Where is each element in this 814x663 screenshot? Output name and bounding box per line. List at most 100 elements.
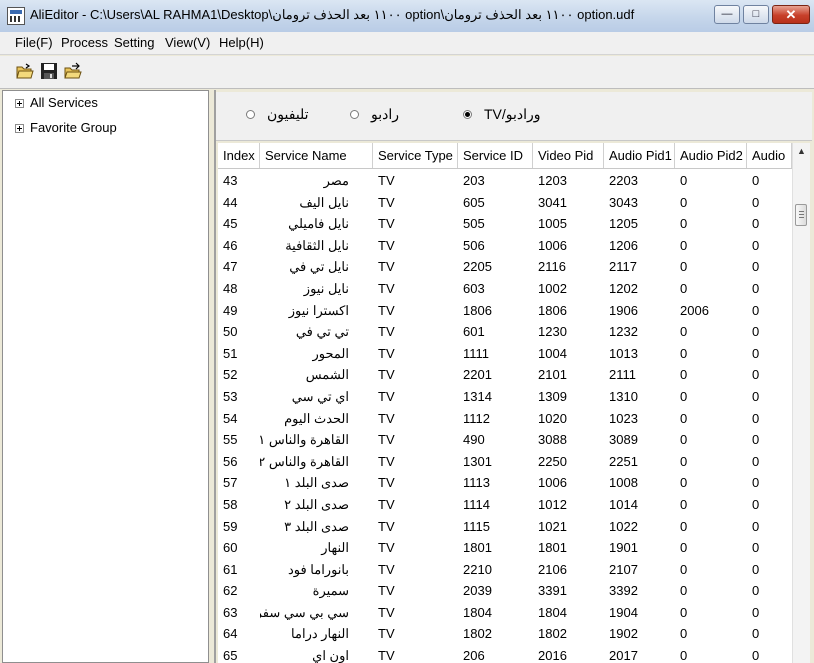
table-body: 43 مصر TV 203 1203 2203 0 0 44 نايل اليف TV 605 3041… bbox=[218, 170, 792, 663]
col-index-cell: 52 bbox=[223, 367, 238, 383]
maximize-button[interactable]: □ bbox=[743, 5, 769, 24]
col-audio-pid2-header[interactable]: Audio Pid2 bbox=[675, 143, 747, 168]
col-index-header[interactable]: Index bbox=[218, 143, 260, 168]
col-index-cell: 46 bbox=[223, 237, 238, 253]
table-row[interactable]: 51 المحور TV 1111 1004 1013 0 0 bbox=[218, 343, 792, 365]
minimize-button[interactable]: — bbox=[714, 5, 740, 24]
table-row[interactable]: 65 اون اي TV 206 2016 2017 0 0 bbox=[218, 645, 792, 663]
col-audio-pid2-cell: 2006 bbox=[680, 302, 709, 318]
menu-file[interactable]: File(F) bbox=[15, 35, 53, 50]
col-audio-pid1-cell: 1904 bbox=[609, 604, 638, 620]
col-audio-pid2-cell: 0 bbox=[680, 496, 688, 512]
col-audio-pid1-cell: 1013 bbox=[609, 345, 638, 361]
col-service-type-cell: TV bbox=[378, 345, 395, 361]
menu-help[interactable]: Help(H) bbox=[219, 35, 264, 50]
col-service-type-cell: TV bbox=[378, 216, 395, 232]
table-row[interactable]: 53 اي تي سي TV 1314 1309 1310 0 0 bbox=[218, 386, 792, 408]
table-row[interactable]: 57 صدى البلد ١ TV 1113 1006 1008 0 0 bbox=[218, 472, 792, 494]
radio-dot[interactable] bbox=[246, 110, 255, 119]
save-disk-icon[interactable] bbox=[40, 62, 58, 80]
col-service-type-header[interactable]: Service Type bbox=[373, 143, 458, 168]
col-service-id-cell: 203 bbox=[463, 173, 485, 188]
vertical-scrollbar[interactable]: ▲ bbox=[792, 143, 810, 663]
col-audio-cell: 0 bbox=[752, 432, 760, 448]
col-service-id-cell: 206 bbox=[463, 648, 485, 663]
col-audio-pid1-cell: 2017 bbox=[609, 648, 638, 663]
table-row[interactable]: 43 مصر TV 203 1203 2203 0 0 bbox=[218, 170, 792, 192]
col-service-type-cell: TV bbox=[378, 432, 395, 448]
menu-process[interactable]: Process bbox=[61, 35, 108, 50]
service-type-filter: تليفيون رادبو TV/ورادبو bbox=[216, 92, 812, 141]
table-row[interactable]: 56 القاهرة والناس ٢ TV 1301 2250 2251 0 0 bbox=[218, 451, 792, 473]
col-service-type-cell: TV bbox=[378, 173, 395, 188]
scroll-up-icon[interactable]: ▲ bbox=[793, 143, 810, 160]
close-button[interactable]: ✕ bbox=[772, 5, 810, 24]
menu-view[interactable]: View(V) bbox=[165, 35, 210, 50]
table-row[interactable]: 59 صدى البلد ٣ TV 1115 1021 1022 0 0 bbox=[218, 516, 792, 538]
col-audio-cell: 0 bbox=[752, 648, 760, 663]
table-row[interactable]: 46 نايل الثقافية TV 506 1006 1206 0 0 bbox=[218, 235, 792, 257]
col-service-name-cell: تي تي في bbox=[295, 324, 349, 340]
col-service-id-cell: 1806 bbox=[463, 302, 492, 318]
table-row[interactable]: 49 اكسترا نيوز TV 1806 1806 1906 2006 0 bbox=[218, 300, 792, 322]
col-video-pid-cell: 1004 bbox=[538, 345, 567, 361]
col-service-type-cell: TV bbox=[378, 475, 395, 491]
table-row[interactable]: 54 الحدث اليوم TV 1112 1020 1023 0 0 bbox=[218, 408, 792, 430]
title-bar: AliEditor - C:\Users\AL RAHMA1\Desktop\١… bbox=[0, 0, 814, 33]
table-row[interactable]: 55 القاهرة والناس ١ TV 490 3088 3089 0 0 bbox=[218, 429, 792, 451]
col-video-pid-cell: 1005 bbox=[538, 216, 567, 232]
col-video-pid-cell: 3041 bbox=[538, 194, 567, 210]
table-row[interactable]: 61 بانوراما فود TV 2210 2106 2107 0 0 bbox=[218, 559, 792, 581]
menu-setting[interactable]: Setting bbox=[114, 35, 154, 50]
col-service-name-cell: صدى البلد ٣ bbox=[284, 518, 349, 534]
table-row[interactable]: 48 نايل نيوز TV 603 1002 1202 0 0 bbox=[218, 278, 792, 300]
table-row[interactable]: 60 النهار TV 1801 1801 1901 0 0 bbox=[218, 537, 792, 559]
radio-tv-radio[interactable]: TV/ورادبو bbox=[463, 106, 541, 123]
col-audio-pid2-cell: 0 bbox=[680, 475, 688, 491]
table-row[interactable]: 52 الشمس TV 2201 2101 2111 0 0 bbox=[218, 364, 792, 386]
tree-node-all-services[interactable]: All Services bbox=[15, 95, 98, 110]
open-folder-icon[interactable] bbox=[16, 62, 34, 80]
table-row[interactable]: 62 سميرة TV 2039 3391 3392 0 0 bbox=[218, 580, 792, 602]
col-audio-pid1-header[interactable]: Audio Pid1 bbox=[604, 143, 675, 168]
col-audio-pid1-cell: 3043 bbox=[609, 194, 638, 210]
table-row[interactable]: 64 النهار دراما TV 1802 1802 1902 0 0 bbox=[218, 623, 792, 645]
col-service-id-cell: 490 bbox=[463, 432, 485, 448]
expand-plus-icon[interactable] bbox=[15, 124, 24, 134]
scroll-thumb[interactable] bbox=[795, 204, 807, 226]
col-audio-header[interactable]: Audio bbox=[747, 143, 792, 168]
open-file-icon[interactable] bbox=[64, 62, 82, 80]
table-row[interactable]: 44 نايل اليف TV 605 3041 3043 0 0 bbox=[218, 192, 792, 214]
col-service-id-header[interactable]: Service ID bbox=[458, 143, 533, 168]
col-audio-pid1-cell: 2111 bbox=[609, 367, 636, 383]
col-service-type-cell: TV bbox=[378, 388, 395, 404]
col-audio-pid1-cell: 3392 bbox=[609, 583, 638, 599]
radio-radio[interactable]: رادبو bbox=[350, 106, 399, 123]
col-service-id-cell: 1111 bbox=[463, 345, 490, 361]
radio-label: رادبو bbox=[371, 106, 400, 122]
col-audio-cell: 0 bbox=[752, 583, 760, 599]
col-service-name-header[interactable]: Service Name bbox=[260, 143, 373, 168]
app-icon bbox=[7, 7, 25, 25]
col-service-type-cell: TV bbox=[378, 518, 395, 534]
col-service-id-cell: 1301 bbox=[463, 453, 492, 469]
col-audio-cell: 0 bbox=[752, 324, 760, 340]
table-row[interactable]: 45 نايل فاميلي TV 505 1005 1205 0 0 bbox=[218, 213, 792, 235]
col-audio-pid1-cell: 2203 bbox=[609, 173, 638, 188]
radio-dot-selected[interactable] bbox=[463, 110, 472, 119]
radio-telephone[interactable]: تليفيون bbox=[246, 106, 309, 123]
col-service-type-cell: TV bbox=[378, 561, 395, 577]
table-row[interactable]: 58 صدى البلد ٢ TV 1114 1012 1014 0 0 bbox=[218, 494, 792, 516]
col-service-id-cell: 605 bbox=[463, 194, 485, 210]
table-row[interactable]: 47 نايل تي في TV 2205 2116 2117 0 0 bbox=[218, 256, 792, 278]
table-row[interactable]: 50 تي تي في TV 601 1230 1232 0 0 bbox=[218, 321, 792, 343]
expand-plus-icon[interactable] bbox=[15, 99, 24, 109]
col-service-name-cell: سميرة bbox=[312, 583, 349, 599]
col-video-pid-header[interactable]: Video Pid bbox=[533, 143, 604, 168]
col-service-name-cell: النهار bbox=[321, 540, 349, 556]
col-service-name-cell: اكسترا نيوز bbox=[288, 302, 349, 318]
table-row[interactable]: 63 سي بي سي سفرة TV 1804 1804 1904 0 0 bbox=[218, 602, 792, 624]
radio-dot[interactable] bbox=[350, 110, 359, 119]
col-audio-pid2-cell: 0 bbox=[680, 540, 688, 556]
tree-node-favorite-group[interactable]: Favorite Group bbox=[15, 120, 117, 135]
